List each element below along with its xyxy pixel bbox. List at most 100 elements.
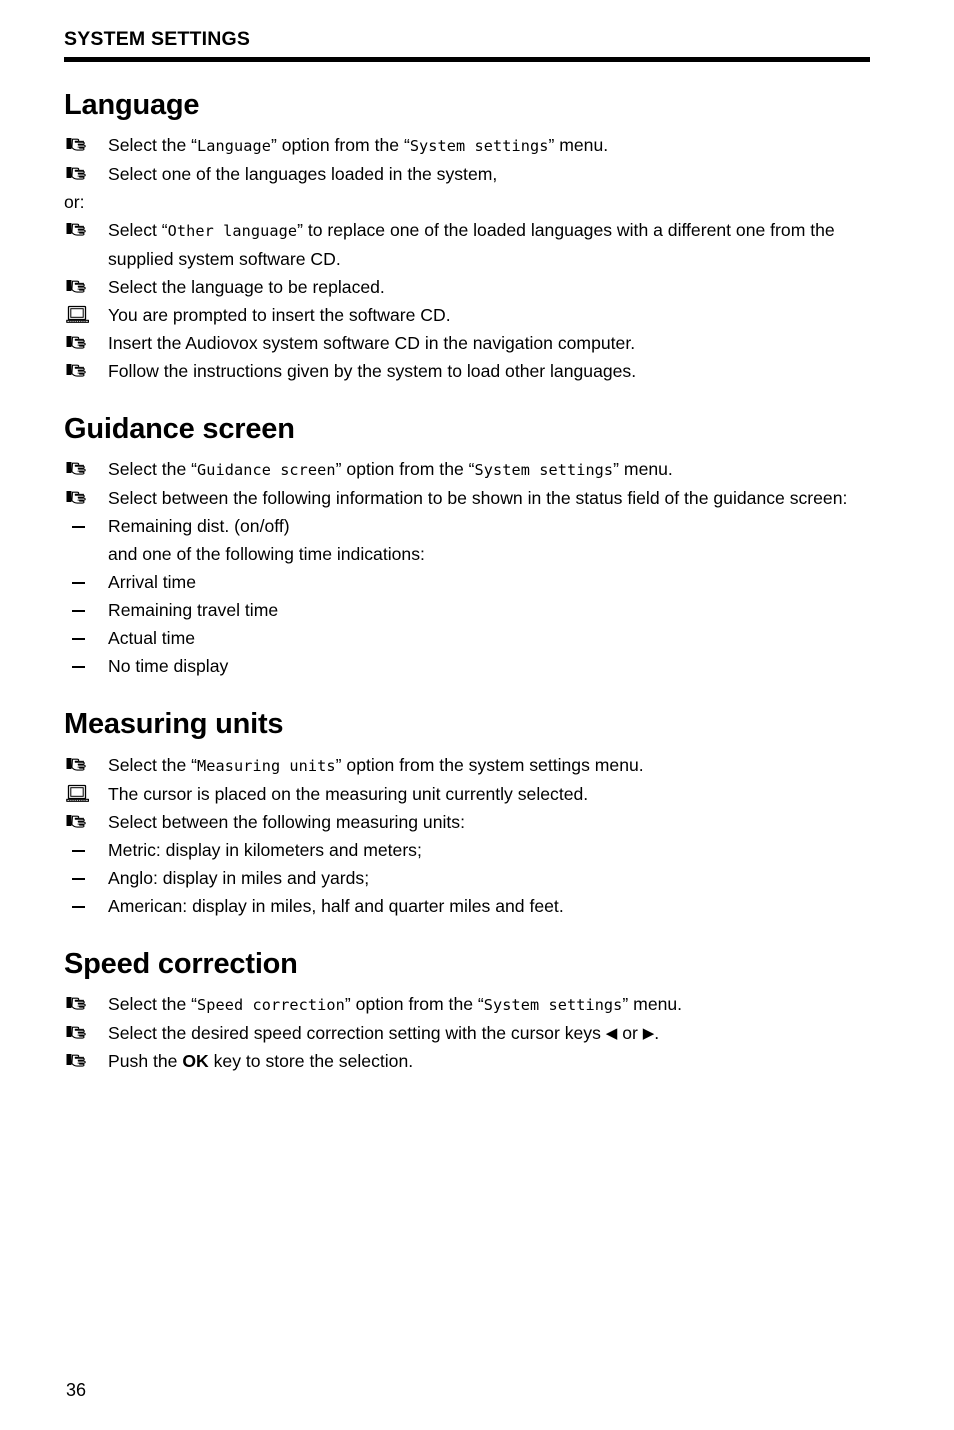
section-heading: Measuring units (64, 708, 284, 741)
list-item-text: Select “Other language” to replace one o… (108, 216, 870, 273)
laptop-icon (66, 784, 90, 804)
list-bullet (64, 329, 108, 357)
sections-container: Language Select the “Language” option fro… (64, 89, 870, 1076)
list-item: Select between the following information… (64, 484, 870, 512)
list-item: Remaining travel time (64, 596, 870, 624)
list-item: or: (64, 188, 870, 216)
body-text: Select between the following measuring u… (108, 811, 465, 832)
list-item: Select the “Speed correction” option fro… (64, 990, 870, 1019)
body-text: Insert the Audiovox system software CD i… (108, 332, 636, 353)
list-bullet (64, 990, 108, 1018)
list-item: Arrival time (64, 568, 870, 596)
body-text: Select the “ (108, 994, 197, 1015)
list-item-text: Follow the instructions given by the sys… (108, 357, 870, 385)
list-item-text: Select the “Measuring units” option from… (108, 751, 870, 780)
body-text: Select the language to be replaced. (108, 276, 385, 297)
dash-bullet-icon (64, 652, 108, 680)
body-text: American: display in miles, half and qua… (108, 895, 564, 916)
hand-pointing-icon (66, 1051, 92, 1070)
body-text: key to store the selection. (208, 1051, 414, 1072)
key-label: OK (182, 1051, 209, 1072)
list-item: Select the “Measuring units” option from… (64, 751, 870, 780)
body-text: ” option from the “ (344, 994, 484, 1015)
list-item-text: Anglo: display in miles and yards; (108, 864, 870, 892)
list-item-text: Select the “Language” option from the “S… (108, 131, 870, 160)
list-bullet (64, 273, 108, 301)
list-item-text: Select between the following measuring u… (108, 808, 870, 836)
body-text: Select “ (108, 219, 168, 240)
manual-page: SYSTEM SETTINGS Language Select the “Lang… (0, 0, 954, 1430)
list-bullet (64, 216, 108, 244)
list-bullet (64, 160, 108, 188)
hand-pointing-icon (66, 333, 92, 352)
dash-bullet-icon (64, 624, 108, 652)
ui-option-name: Measuring units (197, 756, 336, 775)
body-text: Actual time (108, 628, 196, 649)
list-bullet (64, 455, 108, 483)
list-item-text: Select the “Speed correction” option fro… (108, 990, 870, 1019)
section-guidance-screen: Guidance screen Select the “Guidance scre… (64, 413, 870, 680)
list-item-text: Actual time (108, 624, 870, 652)
body-text: ” menu. (548, 134, 609, 155)
ui-option-name: System settings (474, 461, 614, 480)
list-item: Select the language to be replaced. (64, 273, 870, 301)
body-text: Follow the instructions given by the sys… (108, 360, 637, 381)
cursor-key-arrow-icon: ◀ (605, 1025, 618, 1043)
list-item: Push the OK key to store the selection. (64, 1047, 870, 1075)
list-item: Select “Other language” to replace one o… (64, 216, 870, 273)
list-item: Metric: display in kilometers and meters… (64, 836, 870, 864)
body-text: Select the “ (108, 459, 197, 480)
body-text: Anglo: display in miles and yards; (108, 867, 370, 888)
body-text: Metric: display in kilometers and meters… (108, 839, 422, 860)
body-text: ” option from the “ (270, 134, 410, 155)
list-bullet (64, 131, 108, 159)
list-item: Select the “Language” option from the “S… (64, 131, 870, 160)
ui-option-name: System settings (409, 136, 549, 155)
dash-bullet-icon (64, 836, 108, 864)
list-item-text: The cursor is placed on the measuring un… (108, 780, 870, 808)
cursor-key-arrow-icon: ▶ (642, 1025, 655, 1043)
list-item-text: Remaining travel time (108, 596, 870, 624)
dash-bullet-icon (64, 892, 108, 920)
hand-pointing-icon (66, 277, 92, 296)
hand-pointing-icon (66, 488, 92, 507)
body-text: and one of the following time indication… (108, 544, 425, 565)
body-text: ” menu. (622, 994, 683, 1015)
list-item: The cursor is placed on the measuring un… (64, 780, 870, 808)
list-item: Select the desired speed correction sett… (64, 1019, 870, 1047)
hand-pointing-icon (66, 135, 92, 154)
list-item-text: Push the OK key to store the selection. (108, 1047, 870, 1075)
list-item: You are prompted to insert the software … (64, 301, 870, 329)
section-language: Language Select the “Language” option fro… (64, 89, 870, 385)
dash-bullet-icon (64, 568, 108, 596)
list-item-text: Select the desired speed correction sett… (108, 1019, 870, 1047)
list-item-text: Arrival time (108, 568, 870, 596)
list-item: Follow the instructions given by the sys… (64, 357, 870, 385)
body-text: Select the “ (108, 134, 197, 155)
ui-option-name: System settings (483, 996, 623, 1015)
list-item-text: Select one of the languages loaded in th… (108, 160, 870, 188)
running-head: SYSTEM SETTINGS (64, 28, 251, 50)
list-item: Actual time (64, 624, 870, 652)
list-item-text: American: display in miles, half and qua… (108, 892, 870, 920)
hand-pointing-icon (66, 220, 92, 239)
body-text: Select one of the languages loaded in th… (108, 163, 498, 184)
hand-pointing-icon (66, 459, 92, 478)
list-item-text: Select the “Guidance screen” option from… (108, 455, 870, 484)
list-bullet (64, 808, 108, 836)
page-content: SYSTEM SETTINGS Language Select the “Lang… (64, 28, 870, 1076)
hand-pointing-icon (66, 1023, 92, 1042)
list-item-text: Metric: display in kilometers and meters… (108, 836, 870, 864)
section-heading: Speed correction (64, 947, 298, 980)
list-item: Anglo: display in miles and yards; (64, 864, 870, 892)
body-text: . (654, 1023, 660, 1044)
list-item-text: You are prompted to insert the software … (108, 301, 870, 329)
header-rule (64, 56, 870, 62)
ui-option-name: Other language (167, 221, 298, 240)
list-bullet (64, 301, 108, 329)
list-bullet (64, 1047, 108, 1075)
dash-bullet-icon (64, 596, 108, 624)
section-measuring-units: Measuring units Select the “Measuring uni… (64, 709, 870, 919)
dash-bullet-icon (64, 512, 108, 540)
list-item: No time display (64, 652, 870, 680)
